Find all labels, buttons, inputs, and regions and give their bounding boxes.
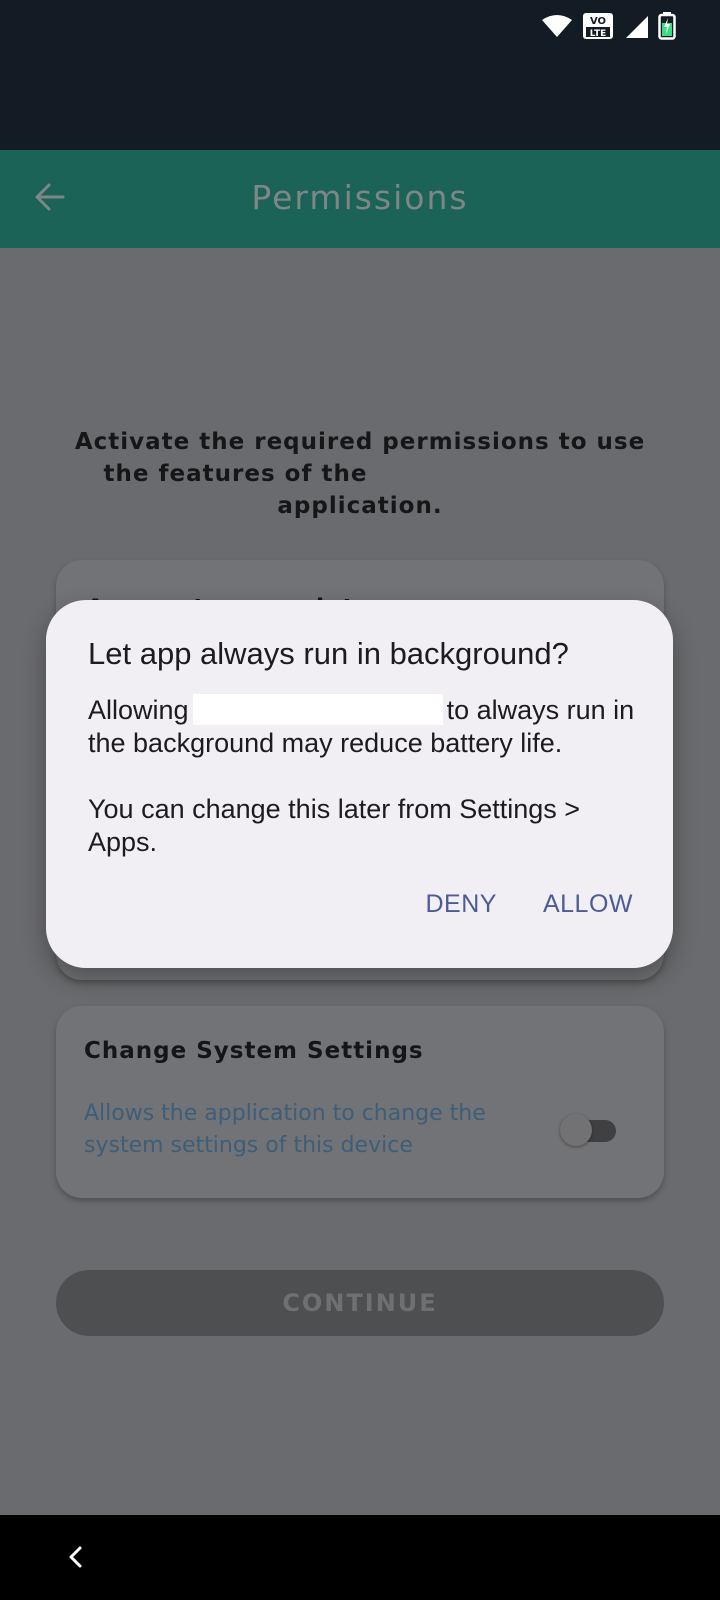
background-permission-dialog: Let app always run in background? Allowi…: [46, 600, 673, 968]
app-name-redacted: [192, 694, 443, 725]
allow-button[interactable]: ALLOW: [543, 890, 633, 919]
toggle-thumb: [560, 1114, 592, 1146]
volte-top-text: VO: [590, 16, 606, 27]
status-icons: VO LTE: [542, 10, 676, 42]
wifi-icon: [542, 14, 572, 38]
deny-button[interactable]: DENY: [426, 890, 497, 919]
system-settings-toggle[interactable]: [560, 1114, 616, 1146]
intro-text: Activate the required permissions to use…: [60, 426, 660, 522]
permission-card-system-settings: Change System Settings Allows the applic…: [56, 1006, 664, 1198]
nav-back-button[interactable]: [62, 1541, 90, 1573]
chevron-left-icon: [62, 1546, 90, 1577]
status-bar: VO LTE: [0, 0, 720, 150]
dialog-actions: DENY ALLOW: [426, 890, 634, 919]
card-title: Change System Settings: [84, 1038, 424, 1064]
dialog-body: Allowing to always run in the background …: [88, 694, 648, 859]
dialog-body-prefix: Allowing: [88, 695, 189, 725]
page-title: Permissions: [251, 178, 469, 217]
dialog-message: Allowing to always run in the background …: [88, 694, 648, 760]
app-name-redacted: [376, 461, 616, 481]
volte-bottom-text: LTE: [590, 29, 607, 39]
navigation-bar: [0, 1515, 720, 1600]
signal-icon: [624, 14, 648, 38]
volte-icon: VO LTE: [582, 12, 614, 40]
app-bar: Permissions: [0, 150, 720, 248]
dialog-title: Let app always run in background?: [88, 636, 569, 671]
intro-text-part2: application.: [277, 493, 443, 519]
battery-charging-icon: [658, 12, 676, 40]
continue-button[interactable]: CONTINUE: [56, 1270, 664, 1336]
card-description: Allows the application to change the sys…: [84, 1101, 486, 1158]
dialog-note: You can change this later from Settings …: [88, 794, 581, 857]
